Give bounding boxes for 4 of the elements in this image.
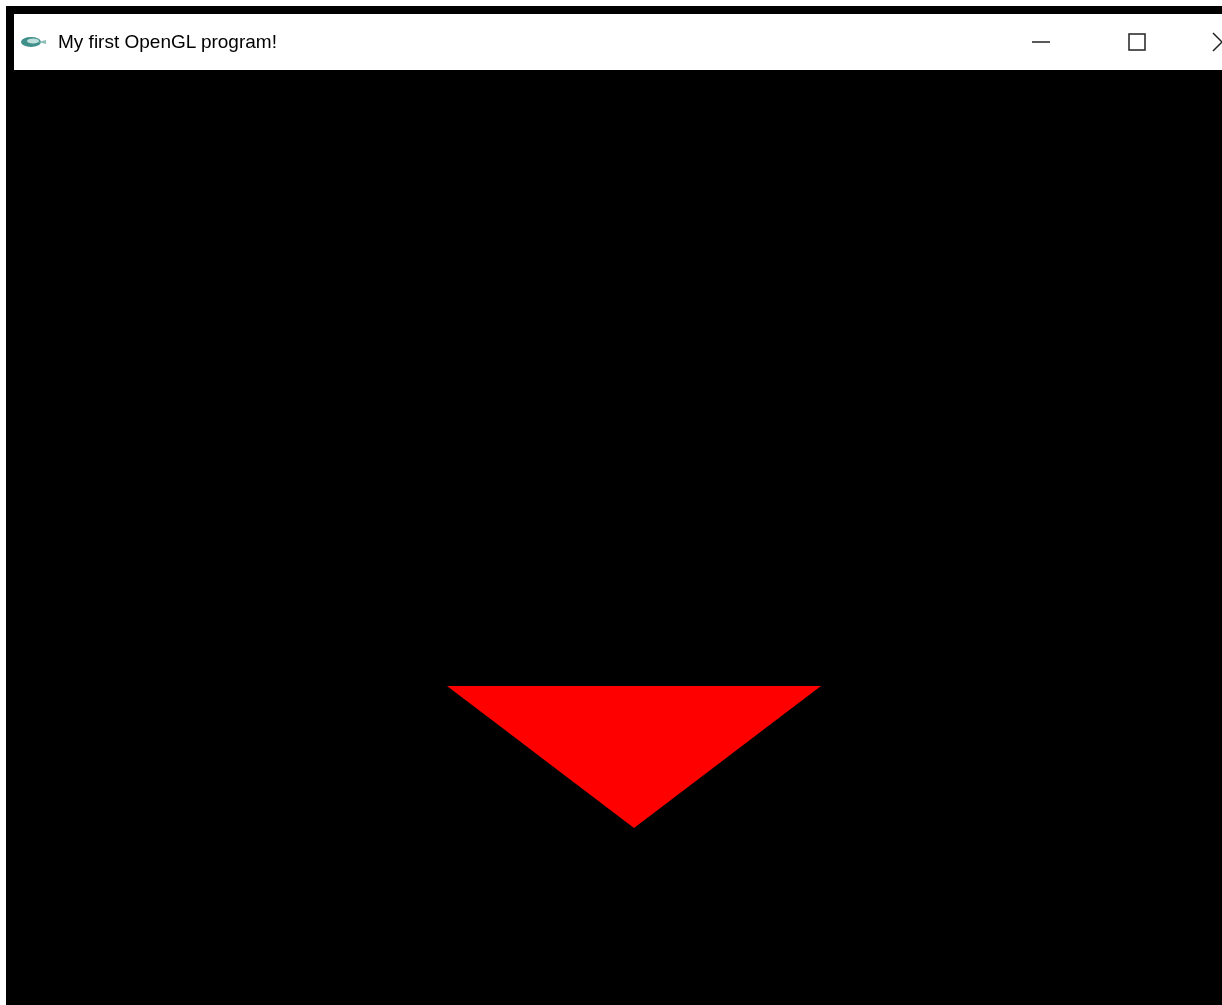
window-title: My first OpenGL program! xyxy=(58,29,277,54)
close-icon[interactable] xyxy=(1212,32,1222,52)
maximize-button[interactable] xyxy=(1128,33,1146,51)
app-icon xyxy=(20,35,46,49)
